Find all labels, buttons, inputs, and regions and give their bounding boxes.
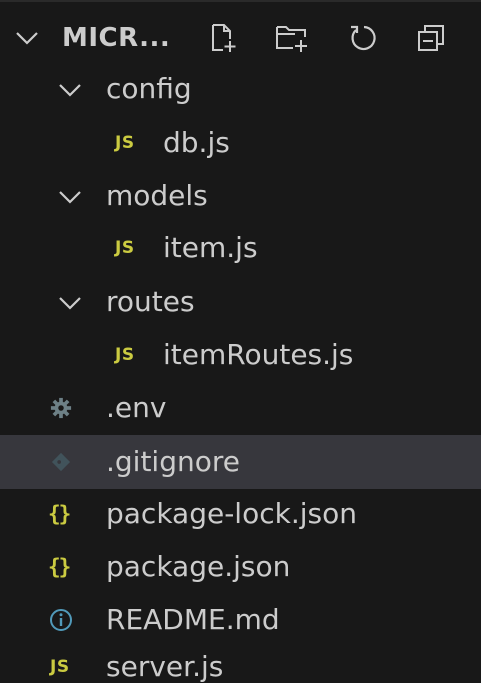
gear-icon xyxy=(50,397,72,419)
js-file-icon: JS xyxy=(115,345,135,365)
tree-file-readme[interactable]: README.md xyxy=(0,593,481,647)
tree-file-package[interactable]: {} package.json xyxy=(0,540,481,594)
file-label: package-lock.json xyxy=(106,497,357,530)
new-file-icon[interactable] xyxy=(206,22,238,54)
tree-folder-routes[interactable]: routes xyxy=(0,275,481,329)
tree-file-env[interactable]: .env xyxy=(0,381,481,435)
folder-label: routes xyxy=(106,285,195,318)
js-file-icon: JS xyxy=(115,238,135,258)
chevron-down-icon[interactable] xyxy=(14,30,40,46)
new-folder-icon[interactable] xyxy=(274,22,310,54)
js-file-icon: JS xyxy=(115,133,135,153)
file-label: .gitignore xyxy=(106,445,240,478)
tree-file-itemroutes[interactable]: JS itemRoutes.js xyxy=(0,328,481,382)
folder-label: config xyxy=(106,72,192,105)
tree-file-item[interactable]: JS item.js xyxy=(0,221,481,275)
json-file-icon: {} xyxy=(48,502,71,526)
file-label: package.json xyxy=(106,550,291,583)
file-label: server.js xyxy=(106,650,224,683)
file-label: db.js xyxy=(163,126,230,159)
file-label: .env xyxy=(106,391,167,424)
chevron-down-icon xyxy=(59,84,81,97)
tree-file-db[interactable]: JS db.js xyxy=(0,116,481,170)
refresh-icon[interactable] xyxy=(347,22,379,54)
collapse-all-icon[interactable] xyxy=(415,22,447,54)
explorer-panel: MICR... config JS db.js models JS item.j… xyxy=(0,0,481,683)
git-icon xyxy=(51,452,71,472)
tree-file-server[interactable]: JS server.js xyxy=(0,640,481,683)
file-label: itemRoutes.js xyxy=(163,338,354,371)
json-file-icon: {} xyxy=(48,555,71,579)
chevron-down-icon xyxy=(59,191,81,204)
tree-file-package-lock[interactable]: {} package-lock.json xyxy=(0,487,481,541)
file-label: README.md xyxy=(106,603,280,636)
file-label: item.js xyxy=(163,231,258,264)
tree-folder-config[interactable]: config xyxy=(0,62,481,116)
js-file-icon: JS xyxy=(50,657,70,677)
folder-label: models xyxy=(106,179,208,212)
info-icon xyxy=(50,609,72,631)
chevron-down-icon xyxy=(59,297,81,310)
tree-file-gitignore[interactable]: .gitignore xyxy=(0,435,481,489)
tree-folder-models[interactable]: models xyxy=(0,169,481,223)
